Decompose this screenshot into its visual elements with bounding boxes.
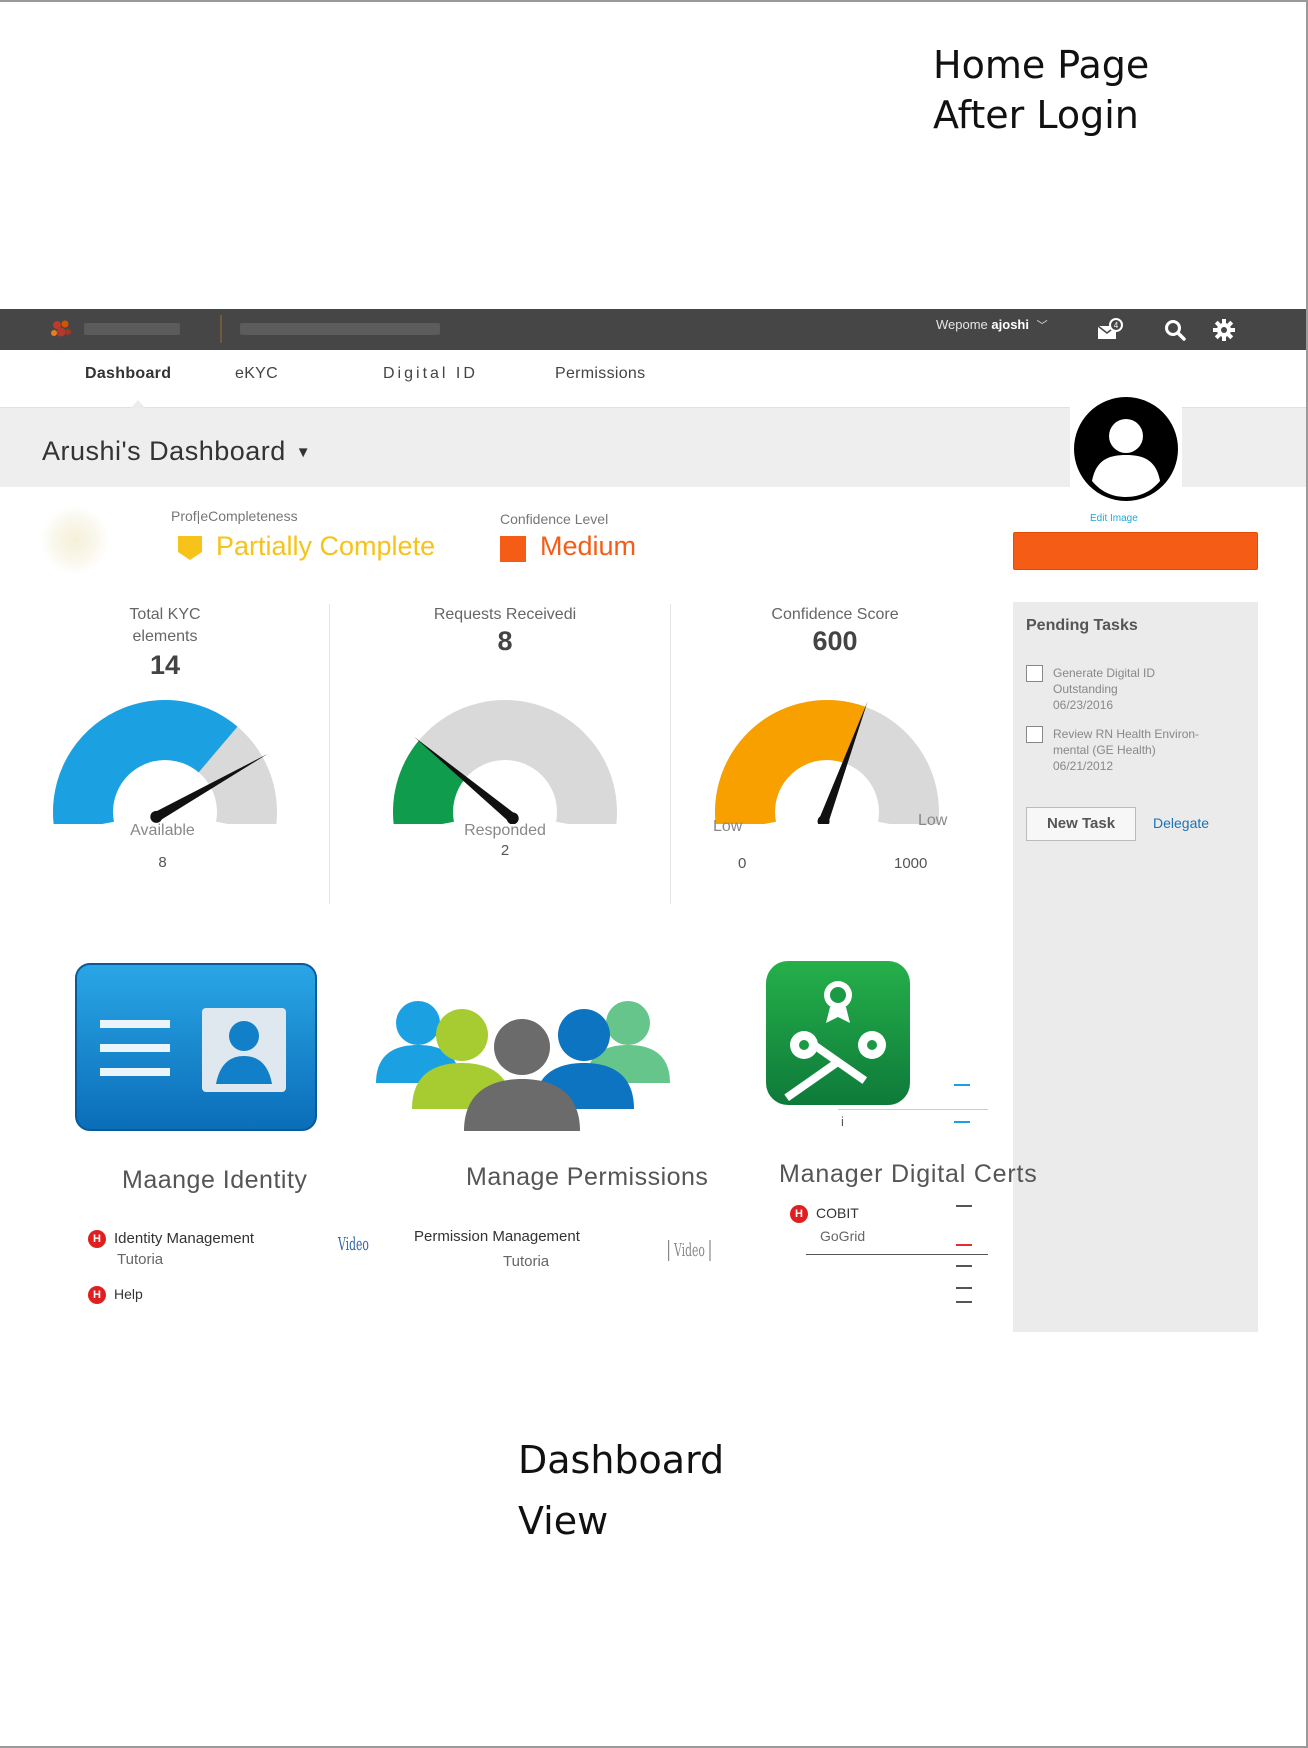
annotation-home-page: Home Page After Login — [933, 43, 1150, 138]
confidence-swatch — [500, 536, 526, 562]
tutorial-sub-label: Tutoria — [117, 1251, 164, 1268]
gauge-sub-label: Available — [130, 822, 195, 839]
welcome-text: Wepome — [936, 317, 988, 332]
task-text: Generate Digital ID Outstanding 06/23/20… — [1053, 666, 1156, 713]
confidence-level-value: Medium — [540, 531, 637, 561]
gauge-value: 14 — [149, 650, 181, 680]
list-marker — [956, 1265, 972, 1267]
gauge-max-label: Low — [918, 812, 948, 829]
people-group-icon[interactable] — [374, 975, 674, 1133]
gauge-min-value: 0 — [738, 855, 747, 872]
identity-tutorial-link[interactable]: H Identity Management — [88, 1230, 255, 1249]
gauge-dial — [715, 700, 939, 824]
avatar[interactable] — [1070, 393, 1182, 505]
list-marker — [956, 1205, 972, 1207]
product-name-blurred — [240, 323, 440, 335]
gauge-min-label: Low — [713, 818, 743, 835]
list-marker — [954, 1121, 970, 1123]
user-menu[interactable]: Wepome ajoshi ﹀ — [936, 317, 1048, 333]
top-bar: Wepome ajoshi ﹀ 4 — [0, 309, 1306, 350]
gauge-divider — [670, 604, 671, 904]
gauge-value: 600 — [812, 626, 858, 656]
decorative-sun-graphic — [40, 505, 110, 575]
tab-permissions[interactable]: Permissions — [555, 365, 645, 383]
annotation-dashboard-view: Dashboard View — [518, 1438, 725, 1543]
permissions-video-link[interactable]: Video — [668, 1240, 711, 1261]
gauge-dial — [393, 700, 617, 824]
gauge-title: Requests Receivedi — [433, 606, 577, 623]
svg-text:4: 4 — [1114, 321, 1119, 330]
identity-video-link[interactable]: Video — [338, 1234, 369, 1255]
new-task-button[interactable]: New Task — [1026, 807, 1136, 841]
permission-tutorial-link[interactable]: Permission Management — [414, 1228, 580, 1245]
list-marker — [956, 1301, 972, 1303]
cert-item-sub: GoGrid — [820, 1228, 866, 1244]
gauge-sub-value: 2 — [500, 842, 510, 859]
tab-digital-id[interactable]: Digital ID — [383, 365, 478, 383]
dashboard-switcher[interactable]: Arushi's Dashboard ▼ — [42, 436, 311, 467]
gauge-confidence-score: Confidence Score 600 Low Low 0 1000 — [710, 604, 960, 904]
gauge-requests-received: Requests Receivedi 8 Responded 2 — [380, 604, 630, 904]
list-marker — [954, 1084, 970, 1086]
primary-action-button[interactable] — [1013, 532, 1258, 570]
tile-title-manage-permissions[interactable]: Manage Permissions — [466, 1163, 708, 1192]
gear-icon[interactable] — [1210, 317, 1238, 343]
app-screenshot: Wepome ajoshi ﹀ 4 Dashboard eKYC Digital… — [0, 309, 1306, 1333]
help-badge-icon: H — [88, 1286, 106, 1305]
help-badge-icon: H — [790, 1205, 808, 1224]
cert-marker: i — [841, 1114, 844, 1129]
profile-completeness-value: Partially Complete — [216, 531, 436, 561]
topbar-divider — [220, 315, 222, 343]
link-label: Help — [114, 1286, 143, 1302]
edit-image-link[interactable]: Edit Image — [1090, 513, 1138, 524]
gauge-title: Confidence Score — [771, 606, 899, 623]
id-card-icon[interactable] — [74, 962, 318, 1132]
brand-logo-icon[interactable] — [48, 317, 74, 341]
task-checkbox[interactable] — [1026, 726, 1043, 743]
user-avatar-icon — [1074, 397, 1178, 501]
tile-title-manage-identity[interactable]: Maange Identity — [122, 1166, 307, 1195]
pending-tasks-title: Pending Tasks — [1026, 617, 1138, 634]
link-label: Identity Management — [114, 1230, 255, 1247]
caret-down-icon: ▼ — [295, 444, 312, 462]
gauge-max-value: 1000 — [894, 855, 928, 872]
task-checkbox[interactable] — [1026, 665, 1043, 682]
brand-name-blurred — [84, 323, 180, 335]
gauge-title: Total KYC elements — [129, 606, 201, 646]
list-marker — [956, 1244, 972, 1246]
messages-icon[interactable]: 4 — [1096, 317, 1124, 343]
shield-badge-icon — [178, 536, 202, 560]
gauge-sub-label: Responded — [464, 822, 546, 839]
help-badge-icon: H — [88, 1230, 106, 1249]
search-icon[interactable] — [1162, 317, 1190, 343]
gauge-sub-value: 8 — [158, 854, 167, 871]
certificate-keys-icon[interactable] — [766, 961, 910, 1105]
gauge-dial — [53, 700, 277, 824]
help-link[interactable]: H Help — [88, 1286, 143, 1305]
delegate-link[interactable]: Delegate — [1153, 815, 1209, 831]
tutorial-sub-label: Tutoria — [503, 1253, 550, 1270]
cert-divider — [838, 1109, 988, 1110]
tile-title-manager-digital-certs[interactable]: Manager Digital Certs — [779, 1160, 1038, 1189]
tab-dashboard[interactable]: Dashboard — [85, 365, 171, 383]
chevron-down-icon: ﹀ — [1036, 320, 1048, 332]
cert-divider — [806, 1254, 988, 1255]
link-label: COBIT — [816, 1205, 859, 1221]
pending-tasks-panel: Pending Tasks Generate Digital ID Outsta… — [1013, 602, 1258, 1332]
task-text: Review RN Health Environ- mental (GE Hea… — [1053, 727, 1200, 774]
username: ajoshi — [991, 317, 1029, 332]
gauge-value: 8 — [497, 626, 513, 656]
tab-ekyc[interactable]: eKYC — [235, 365, 278, 383]
profile-completeness-label: Prof|eCompleteness — [171, 508, 298, 524]
cert-item-link[interactable]: H COBIT — [790, 1205, 859, 1224]
confidence-level-label: Confidence Level — [500, 511, 609, 527]
gauge-divider — [329, 604, 330, 904]
list-marker — [956, 1287, 972, 1289]
gauge-total-kyc: Total KYC elements 14 Available 8 — [40, 604, 290, 904]
page-title: Arushi's Dashboard — [42, 436, 286, 466]
